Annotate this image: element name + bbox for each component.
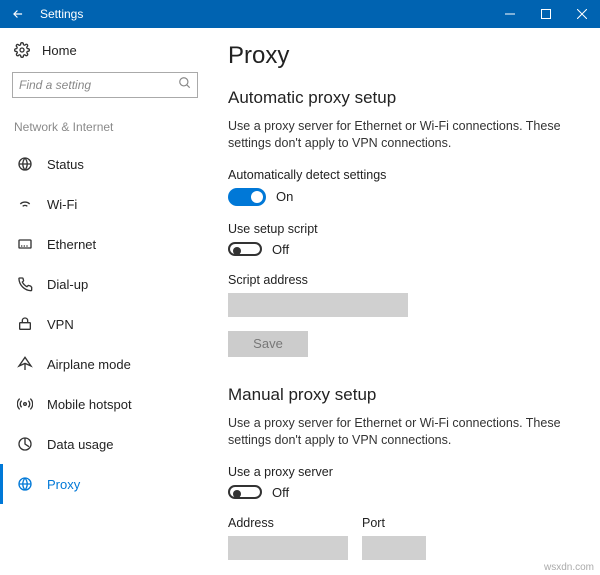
sidebar-item-label: Mobile hotspot xyxy=(47,397,132,412)
address-input[interactable] xyxy=(228,536,348,560)
sidebar-item-wifi[interactable]: Wi-Fi xyxy=(0,184,198,224)
script-toggle[interactable] xyxy=(228,242,262,256)
useproxy-label: Use a proxy server xyxy=(228,465,582,479)
wifi-icon xyxy=(17,196,33,212)
watermark: wsxdn.com xyxy=(544,562,594,573)
sidebar-item-ethernet[interactable]: Ethernet xyxy=(0,224,198,264)
data-icon xyxy=(17,436,33,452)
hotspot-icon xyxy=(17,396,33,412)
sidebar-item-status[interactable]: Status xyxy=(0,144,198,184)
vpn-icon xyxy=(17,316,33,332)
detect-label: Automatically detect settings xyxy=(228,168,582,182)
script-state: Off xyxy=(272,242,289,257)
sidebar-item-data[interactable]: Data usage xyxy=(0,424,198,464)
detect-toggle[interactable] xyxy=(228,188,266,206)
sidebar-item-proxy[interactable]: Proxy xyxy=(0,464,198,504)
main-panel: Proxy Automatic proxy setup Use a proxy … xyxy=(210,28,600,575)
detect-state: On xyxy=(276,189,293,204)
sidebar-item-label: Dial-up xyxy=(47,277,88,292)
search-input[interactable] xyxy=(12,72,198,98)
home-label: Home xyxy=(42,43,77,58)
window-title: Settings xyxy=(36,7,492,21)
ethernet-icon xyxy=(17,236,33,252)
save-button[interactable]: Save xyxy=(228,331,308,357)
sidebar-item-label: VPN xyxy=(47,317,74,332)
sidebar-item-label: Airplane mode xyxy=(47,357,131,372)
address-label: Address xyxy=(228,516,348,530)
home-button[interactable]: Home xyxy=(12,42,198,58)
sidebar-item-vpn[interactable]: VPN xyxy=(0,304,198,344)
sidebar-item-label: Wi-Fi xyxy=(47,197,77,212)
auto-heading: Automatic proxy setup xyxy=(228,88,582,108)
script-address-label: Script address xyxy=(228,273,582,287)
useproxy-toggle[interactable] xyxy=(228,485,262,499)
script-address-input[interactable] xyxy=(228,293,408,317)
category-label: Network & Internet xyxy=(12,120,198,134)
globe-icon xyxy=(17,476,33,492)
sidebar-item-airplane[interactable]: Airplane mode xyxy=(0,344,198,384)
sidebar-item-label: Proxy xyxy=(47,477,80,492)
auto-description: Use a proxy server for Ethernet or Wi-Fi… xyxy=(228,118,582,152)
search-icon xyxy=(178,76,192,90)
useproxy-state: Off xyxy=(272,485,289,500)
page-title: Proxy xyxy=(228,42,582,70)
manual-description: Use a proxy server for Ethernet or Wi-Fi… xyxy=(228,415,582,449)
sidebar: Home Network & Internet Status Wi-Fi Eth… xyxy=(0,28,210,575)
title-bar: Settings xyxy=(0,0,600,28)
port-label: Port xyxy=(362,516,426,530)
dialup-icon xyxy=(17,276,33,292)
maximize-button[interactable] xyxy=(528,0,564,28)
airplane-icon xyxy=(17,356,33,372)
manual-heading: Manual proxy setup xyxy=(228,385,582,405)
minimize-button[interactable] xyxy=(492,0,528,28)
gear-icon xyxy=(14,42,30,58)
sidebar-item-label: Data usage xyxy=(47,437,114,452)
script-label: Use setup script xyxy=(228,222,582,236)
sidebar-item-hotspot[interactable]: Mobile hotspot xyxy=(0,384,198,424)
sidebar-item-dialup[interactable]: Dial-up xyxy=(0,264,198,304)
sidebar-item-label: Status xyxy=(47,157,84,172)
status-icon xyxy=(17,156,33,172)
sidebar-item-label: Ethernet xyxy=(47,237,96,252)
port-input[interactable] xyxy=(362,536,426,560)
back-button[interactable] xyxy=(0,0,36,28)
close-button[interactable] xyxy=(564,0,600,28)
